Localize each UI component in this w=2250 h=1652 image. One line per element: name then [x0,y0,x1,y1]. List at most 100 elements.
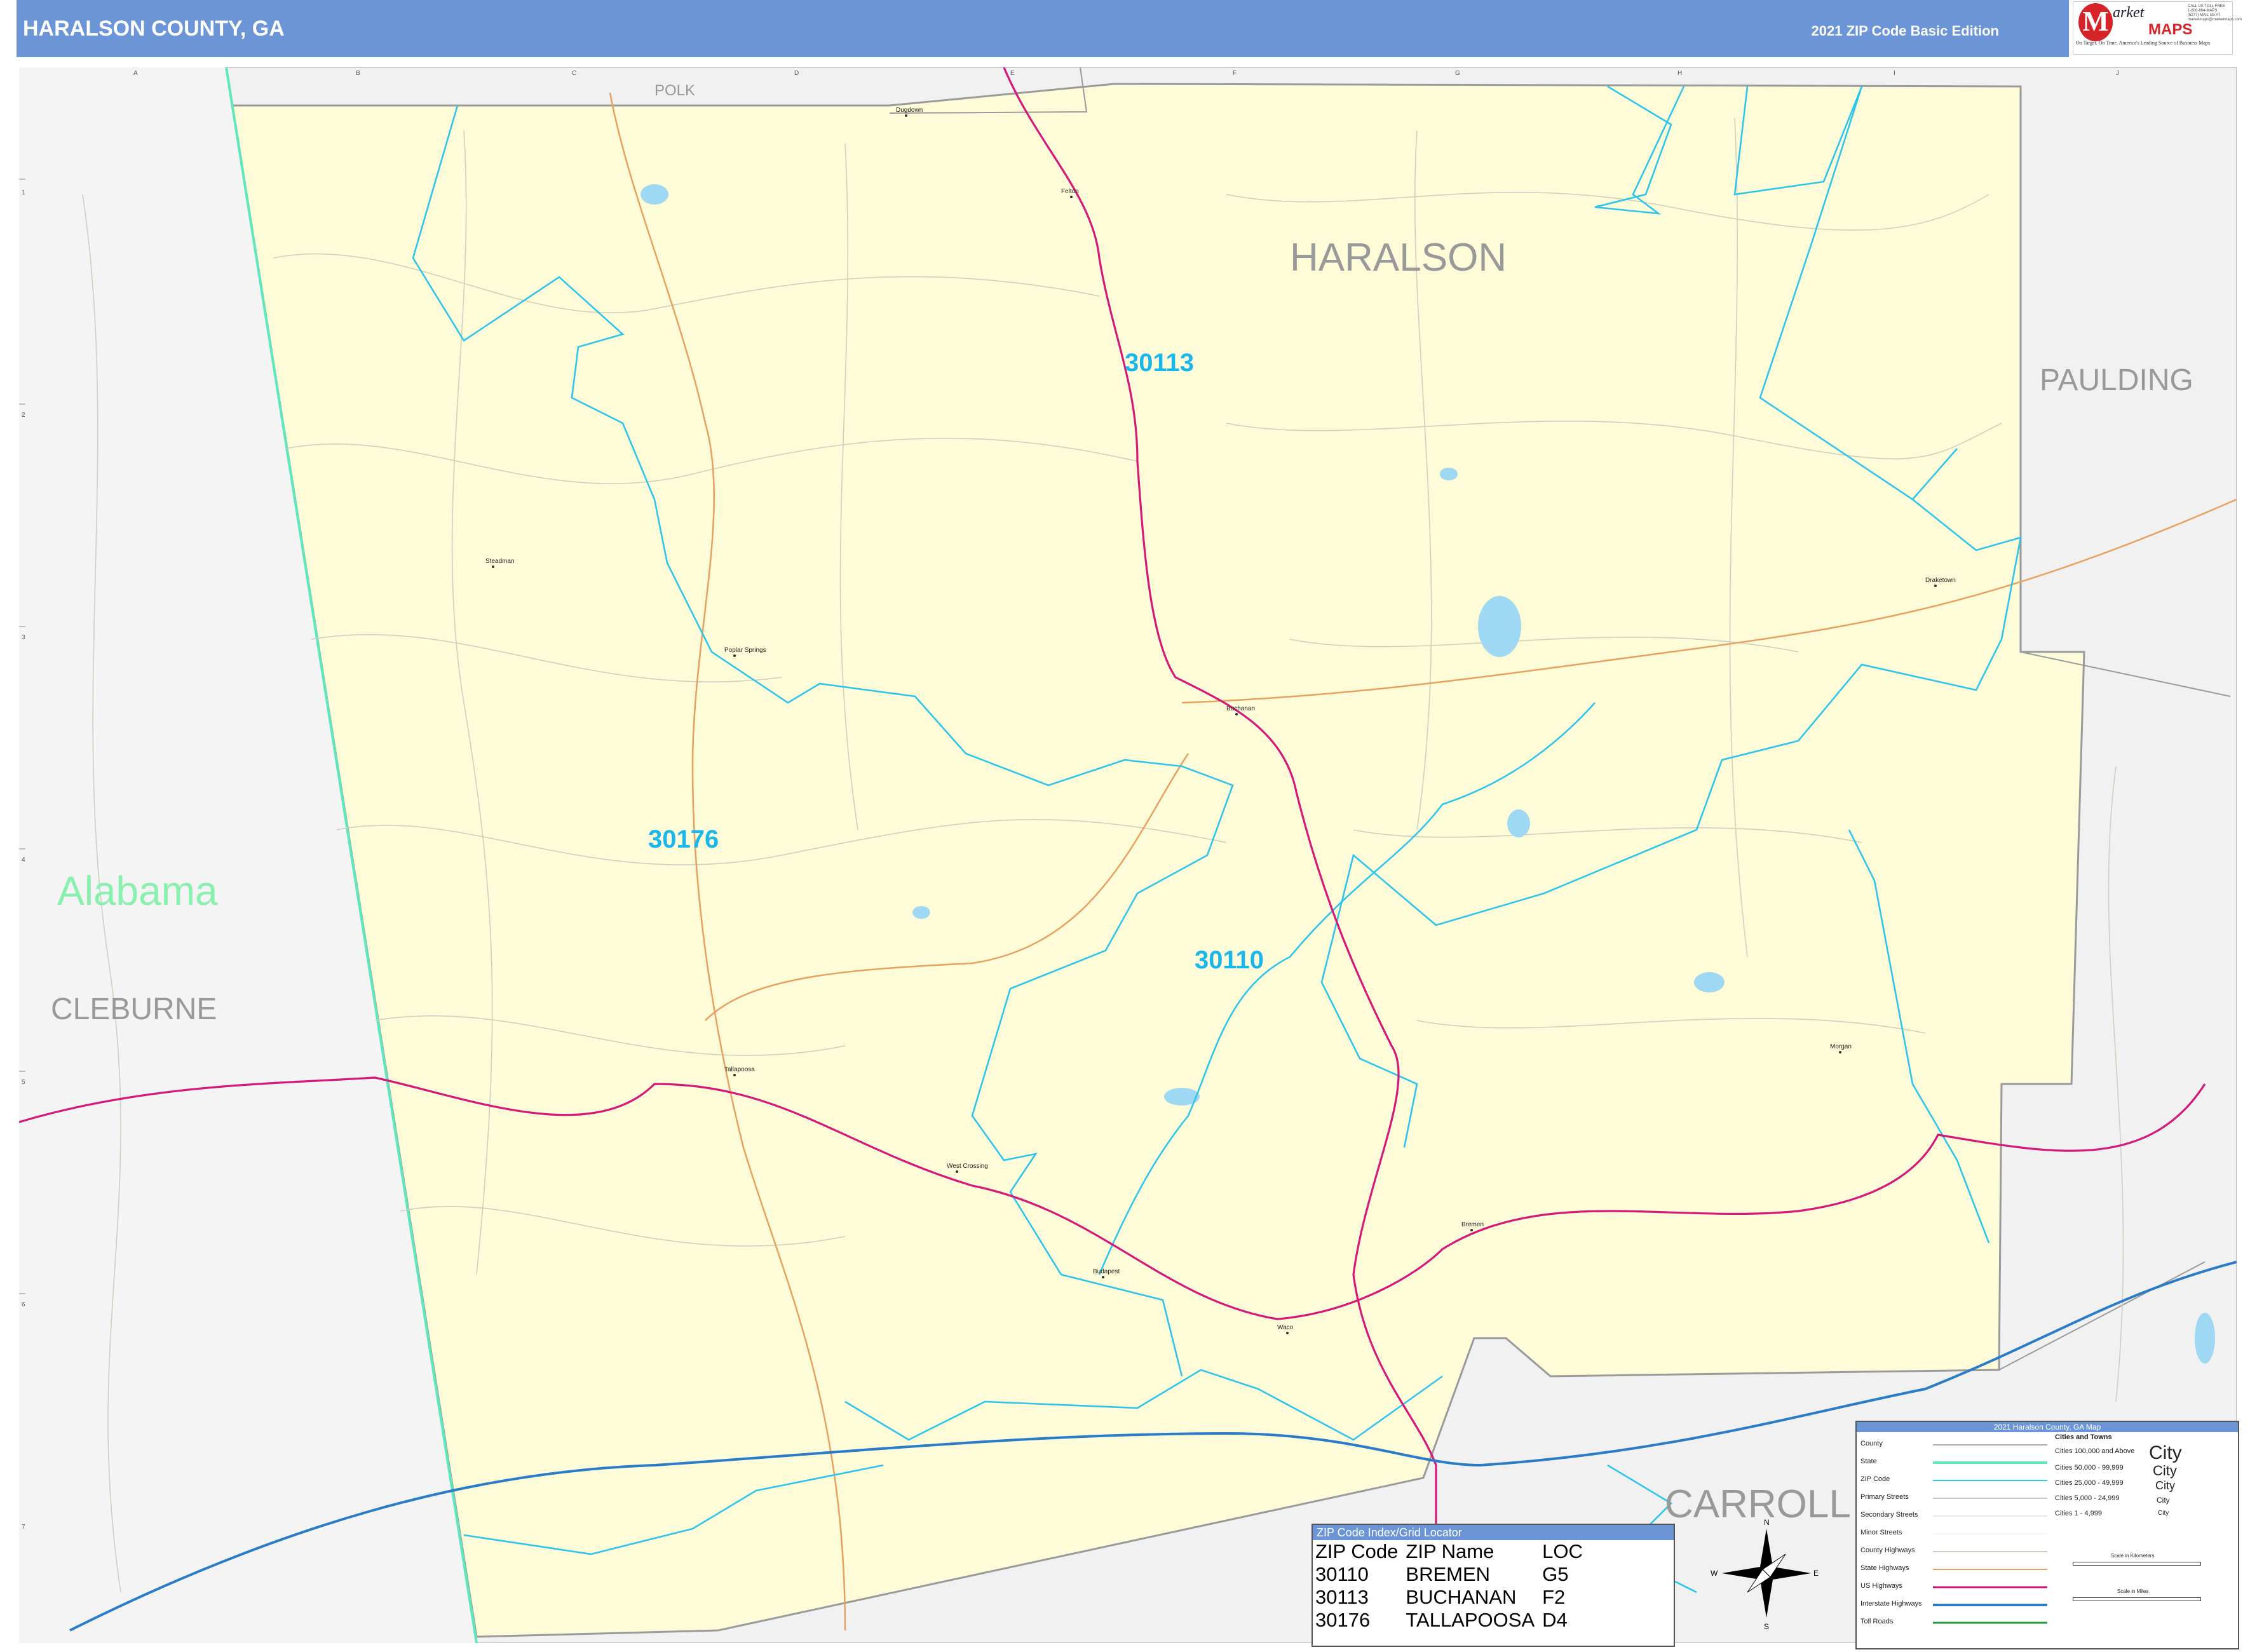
zip-name-cell: TALLAPOOSA [1406,1609,1535,1631]
neighbor-label-carroll: CARROLL [1665,1482,1851,1526]
logo-contact: CALL US TOLL FREE 1-800-864-MAPS (6277) … [2188,4,2242,22]
grid-col-c: C [572,70,576,77]
logo-word-2: MAPS [2148,21,2193,38]
zip-code-cell: 30176 [1315,1609,1371,1631]
map-legend: 2021 Haralson County, GA Map County Stat… [1855,1421,2239,1649]
zip-name-cell: BUCHANAN [1406,1586,1517,1608]
legend-county: County [1860,1440,1883,1447]
legend-city-sample-3: City [2155,1479,2175,1492]
compass-n: N [1764,1518,1770,1527]
zip-name-cell: BREMEN [1406,1563,1491,1585]
legend-secondary: Secondary Streets [1860,1511,1918,1519]
grid-row-6: 6 [22,1301,25,1308]
state-label-alabama: Alabama [57,868,218,914]
zip-index-panel: ZIP Code Index/Grid Locator ZIP Code ZIP… [1311,1524,1675,1647]
legend-city-sample-1: City [2149,1442,2182,1463]
legend-title: 2021 Haralson County, GA Map [1857,1422,2238,1432]
grid-col-d: D [794,70,799,77]
legend-city-sample-4: City [2157,1496,2170,1505]
zip-loc-cell: F2 [1542,1586,1566,1608]
legend-city-5: Cities 1 - 4,999 [2055,1510,2102,1517]
compass-s: S [1764,1622,1769,1631]
zip-index-col-name: ZIP Name [1406,1540,1494,1562]
neighbor-label-cleburne: CLEBURNE [51,992,217,1026]
grid-row-2: 2 [22,412,25,419]
legend-us-hwy: US Highways [1860,1582,1903,1590]
zip-index-title: ZIP Code Index/Grid Locator [1313,1525,1674,1540]
legend-city-sample-5: City [2158,1510,2169,1517]
legend-swatches [1933,1444,2047,1624]
legend-city-sample-2: City [2153,1463,2177,1479]
grid-col-i: I [1894,70,1895,77]
legend-state-hwy: State Highways [1860,1564,1909,1572]
grid-col-e: E [1010,70,1015,77]
legend-toll: Toll Roads [1860,1618,1894,1625]
compass-w: W [1711,1569,1718,1578]
legend-city-4: Cities 5,000 - 24,999 [2055,1494,2120,1502]
edition-label: 2021 ZIP Code Basic Edition [1811,23,1999,39]
zip-index-header-row: ZIP Code ZIP Name LOC [1315,1540,1590,1563]
market-maps-logo[interactable]: M arket MAPS On Target. On Time. America… [2073,1,2242,55]
table-row[interactable]: 30113 BUCHANAN F2 [1315,1586,1590,1609]
city-dugdown: Dugdown [896,107,923,114]
scale-bar-km [2073,1562,2201,1566]
zip-index-col-loc: LOC [1542,1540,1583,1562]
map-svg: A B C D E F G H I J 1 2 3 4 5 6 7 HARALS… [18,67,2237,1644]
legend-primary: Primary Streets [1860,1493,1909,1501]
table-row[interactable]: 30176 TALLAPOOSA D4 [1315,1609,1590,1632]
title-bar: HARALSON COUNTY, GA 2021 ZIP Code Basic … [17,0,2069,57]
legend-city-1: Cities 100,000 and Above [2055,1447,2135,1455]
grid-col-h: H [1677,70,1682,77]
grid-row-4: 4 [22,856,25,863]
legend-interstate: Interstate Highways [1860,1600,1922,1608]
city-felton: Felton [1061,188,1079,195]
zip-loc-cell: G5 [1542,1563,1569,1585]
zip-index-col-zip: ZIP Code [1315,1540,1399,1562]
table-row[interactable]: 30110 BREMEN G5 [1315,1563,1590,1586]
legend-city-2: Cities 50,000 - 99,999 [2055,1464,2124,1472]
city-buchanan: Buchanan [1226,705,1255,712]
neighbor-label-polk: POLK [654,82,695,99]
grid-row-1: 1 [22,189,25,196]
legend-cities-title: Cities and Towns [2055,1433,2112,1441]
legend-zip: ZIP Code [1860,1475,1890,1483]
city-west-crossing: West Crossing [947,1163,988,1170]
zip-label-30110[interactable]: 30110 [1195,946,1264,974]
city-draketown: Draketown [1925,577,1956,584]
compass-e: E [1813,1569,1819,1578]
zip-code-cell: 30113 [1315,1586,1369,1608]
grid-col-a: A [133,70,138,77]
logo-tagline: On Target. On Time. America's Leading So… [2076,40,2211,46]
scale-bar-mi [2073,1597,2201,1601]
zip-label-30176[interactable]: 30176 [648,825,719,853]
zip-index-table: ZIP Code ZIP Name LOC 30110 BREMEN G5 30… [1315,1540,1590,1632]
grid-row-3: 3 [22,634,25,641]
city-waco: Waco [1277,1324,1294,1331]
city-tallapoosa: Tallapoosa [724,1066,755,1073]
legend-scale-mi: Scale in Miles [2117,1588,2149,1594]
grid-row-7: 7 [22,1524,25,1531]
zip-label-30113[interactable]: 30113 [1125,349,1194,377]
city-poplar-springs: Poplar Springs [724,647,766,654]
neighbor-label-paulding: PAULDING [2040,363,2193,397]
grid-row-5: 5 [22,1079,25,1086]
city-bremen: Bremen [1461,1221,1484,1228]
logo-mark: M [2078,3,2113,41]
county-label-haralson: HARALSON [1290,236,1507,280]
map-canvas[interactable]: A B C D E F G H I J 1 2 3 4 5 6 7 HARALS… [18,67,2237,1644]
zip-code-cell: 30110 [1315,1563,1369,1585]
grid-col-f: F [1233,70,1237,77]
legend-minor: Minor Streets [1860,1529,1902,1536]
legend-state: State [1860,1458,1877,1465]
grid-col-j: J [2116,70,2119,77]
zip-loc-cell: D4 [1542,1609,1568,1631]
city-budapest: Budapest [1093,1268,1120,1275]
city-steadman: Steadman [485,558,515,565]
legend-city-3: Cities 25,000 - 49,999 [2055,1479,2124,1487]
grid-col-b: B [356,70,360,77]
legend-scale-km: Scale in Kilometers [2111,1553,2155,1559]
city-morgan: Morgan [1830,1043,1852,1050]
grid-col-g: G [1455,70,1460,77]
map-title: HARALSON COUNTY, GA [23,17,285,41]
logo-word-1: arket [2113,4,2145,21]
